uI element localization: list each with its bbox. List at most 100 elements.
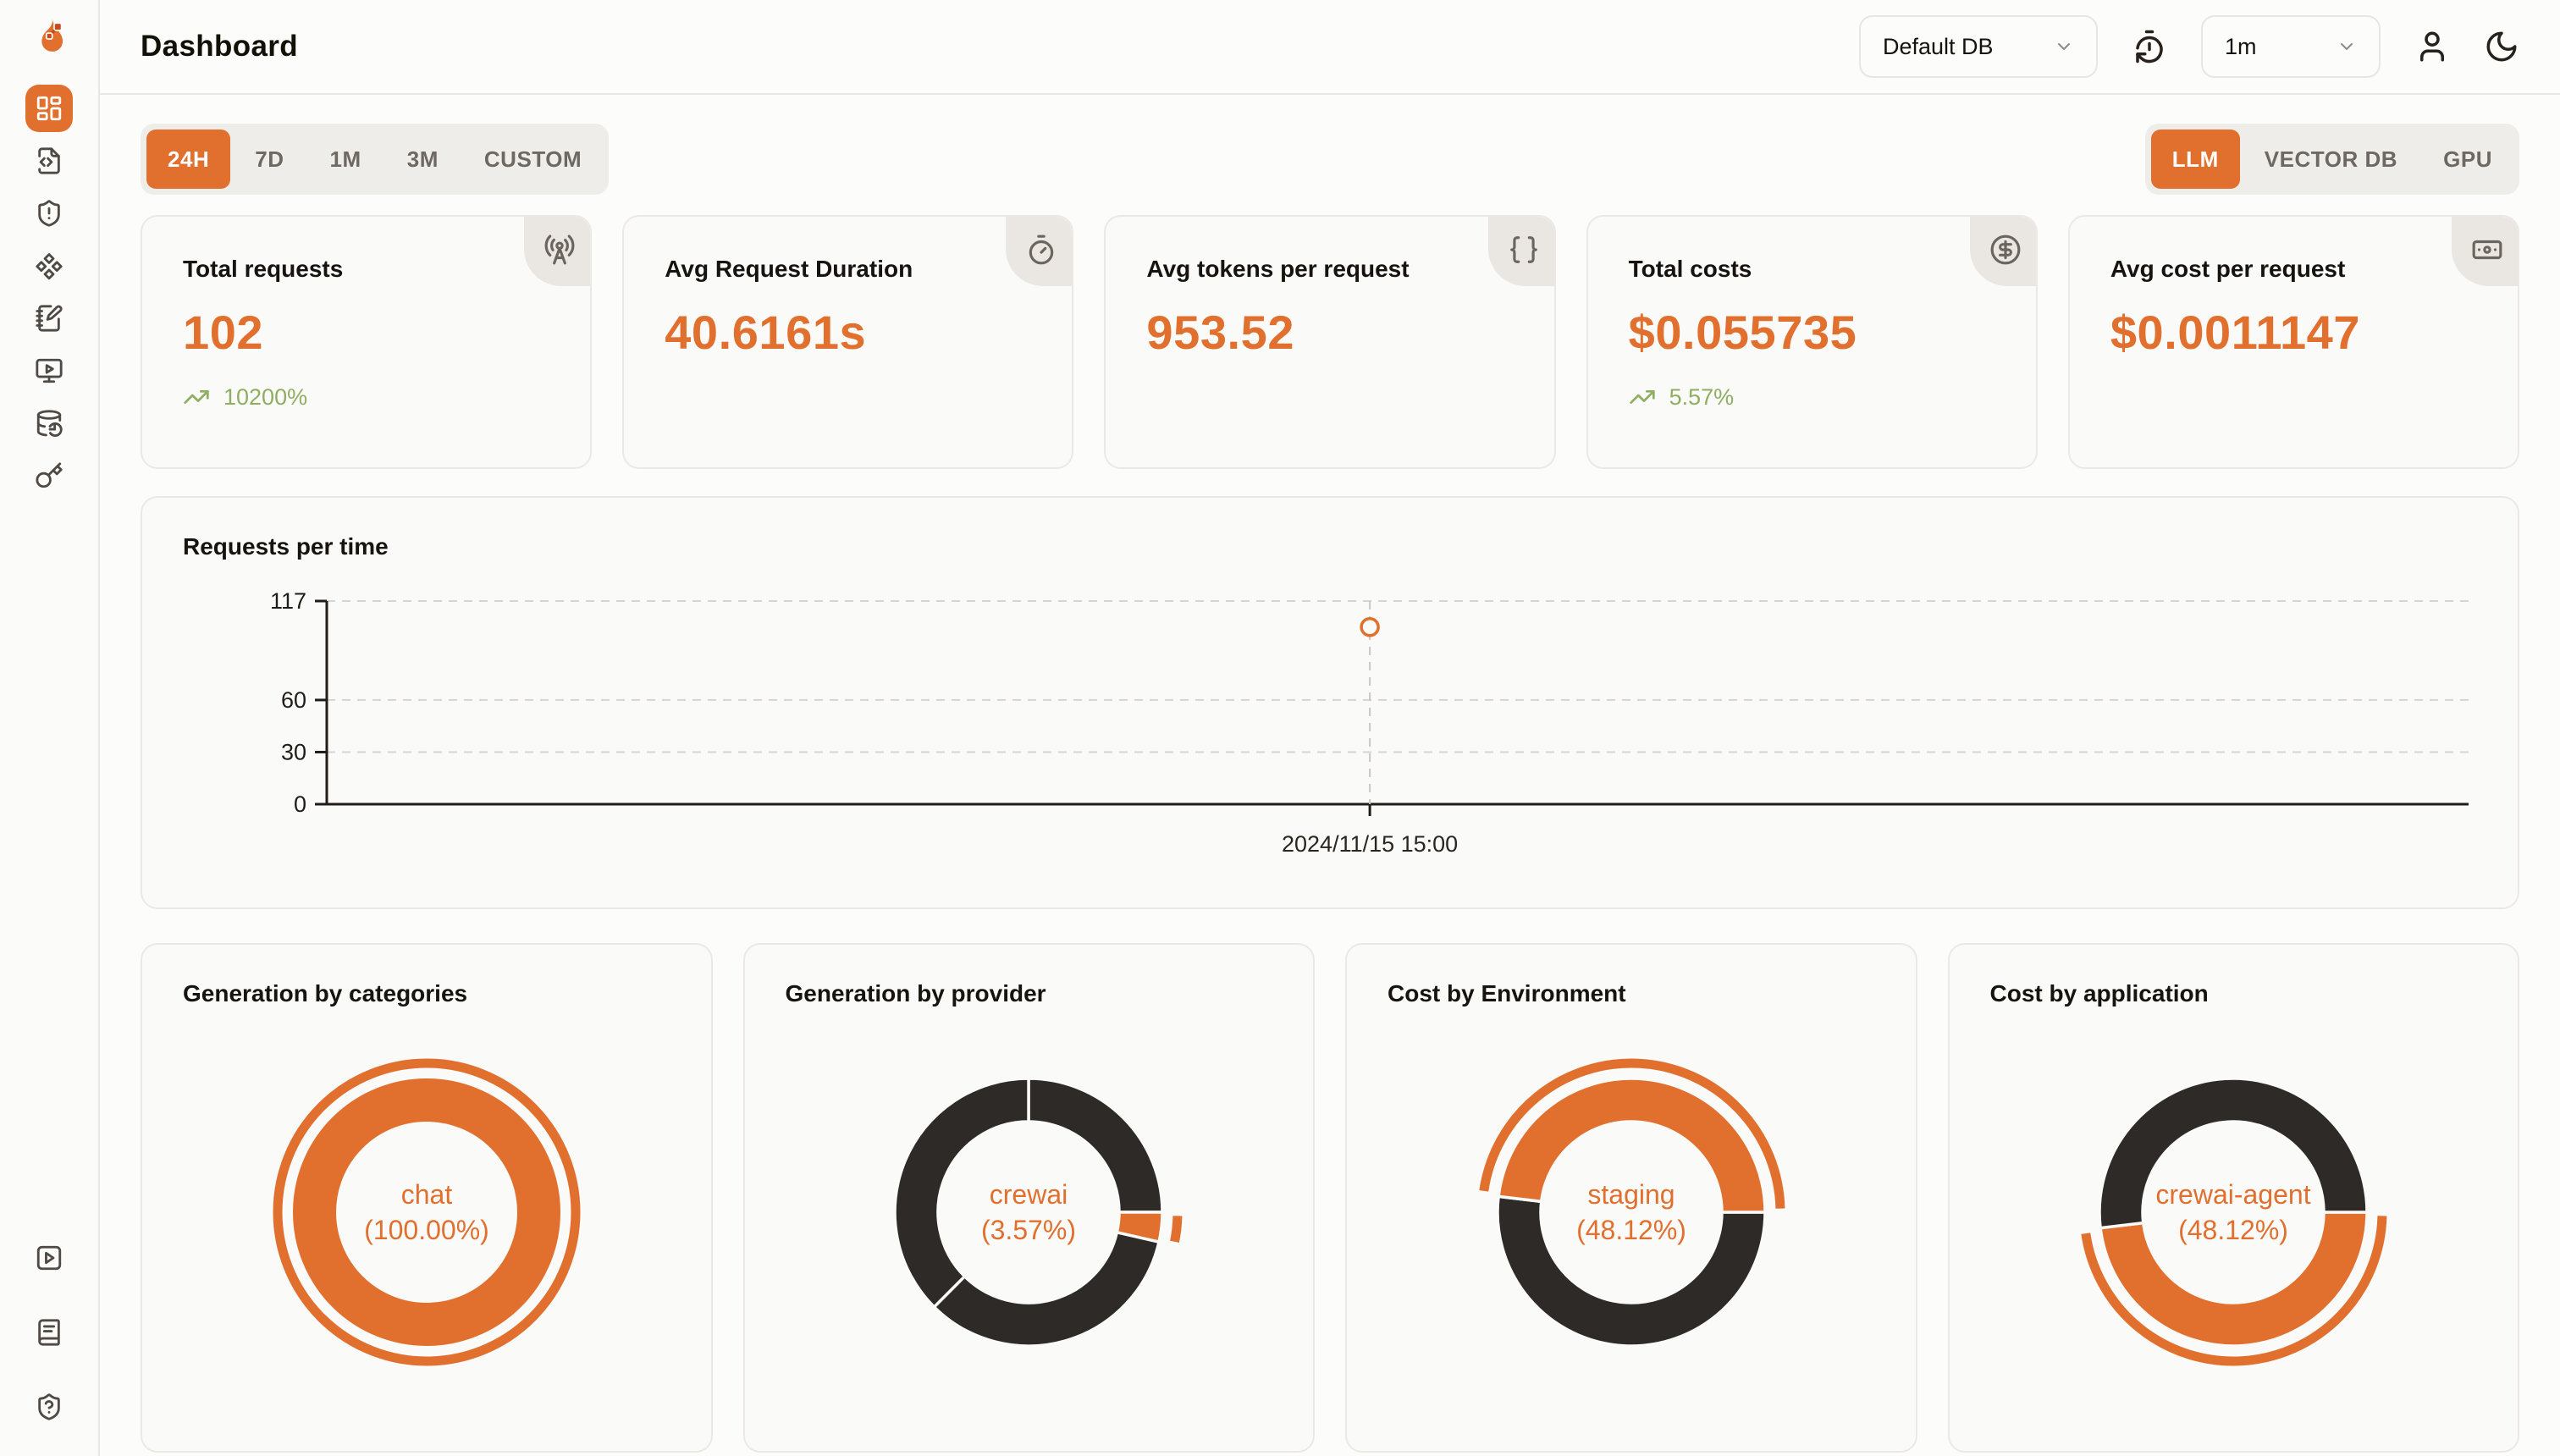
svg-text:117: 117 <box>270 588 306 614</box>
tab-vector-db[interactable]: VECTOR DB <box>2243 130 2419 189</box>
donut-card-title: Generation by provider <box>786 980 1273 1007</box>
stat-card-label: Avg tokens per request <box>1146 256 1513 283</box>
refresh-timer-icon[interactable] <box>2132 29 2167 64</box>
tab-3m[interactable]: 3M <box>386 130 460 189</box>
sidebar-item-evaluations[interactable] <box>25 295 73 342</box>
banknote-icon <box>2471 234 2503 266</box>
file-code-icon <box>35 146 63 175</box>
donut-chart: staging (48.12%) <box>1470 1051 1792 1373</box>
app-logo-flame-icon[interactable] <box>27 15 71 59</box>
radio-tower-icon <box>543 234 576 266</box>
stat-card-trend: 5.57% <box>1629 383 1995 411</box>
svg-text:2024/11/15 15:00: 2024/11/15 15:00 <box>1282 831 1458 857</box>
moon-icon <box>2484 29 2519 64</box>
sidebar-item-prompts[interactable] <box>25 242 73 290</box>
braces-icon <box>1508 234 1540 266</box>
time-range-tabs: 24H7D1M3MCUSTOM <box>141 124 609 195</box>
timer-reset-icon <box>2132 29 2167 64</box>
sidebar-item-requests[interactable] <box>25 137 73 185</box>
diamonds-icon <box>35 251 63 280</box>
donut-center-label: (100.00%) <box>364 1215 489 1245</box>
donut-center-label: staging <box>1587 1179 1674 1210</box>
donut-center-label: (3.57%) <box>981 1215 1076 1245</box>
donut-card-title: Cost by application <box>1990 980 2478 1007</box>
donut-center-label: crewai-agent <box>2156 1179 2311 1210</box>
database-backup-icon <box>35 409 63 438</box>
stat-card-total-costs: Total costs$0.0557355.57% <box>1586 215 2038 469</box>
tabs-row: 24H7D1M3MCUSTOM LLMVECTOR DBGPU <box>141 124 2519 195</box>
tab-1m[interactable]: 1M <box>309 130 383 189</box>
notebook-pen-icon <box>35 304 63 333</box>
stat-card-trend: 10200% <box>183 383 549 411</box>
page-title: Dashboard <box>141 30 298 63</box>
svg-text:60: 60 <box>281 687 306 713</box>
requests-per-time-card: Requests per time 0 30 60 117 2024/11/15 15:… <box>141 496 2519 909</box>
sidebar-item-getting-started[interactable] <box>25 1234 73 1282</box>
chevron-down-icon <box>2054 36 2074 57</box>
requests-line-chart: 0 30 60 117 2024/11/15 15:00 <box>183 579 2480 877</box>
database-select[interactable]: Default DB <box>1859 15 2098 78</box>
source-tabs: LLMVECTOR DBGPU <box>2145 124 2519 195</box>
sidebar-item-exceptions[interactable] <box>25 190 73 237</box>
circle-dollar-sign-icon <box>1989 234 2022 266</box>
tab-24h[interactable]: 24H <box>146 130 230 189</box>
tab-llm[interactable]: LLM <box>2151 130 2240 189</box>
sidebar-item-playground[interactable] <box>25 347 73 394</box>
stat-card-value: 953.52 <box>1146 305 1513 360</box>
donut-chart: chat (100.00%) <box>266 1051 588 1373</box>
donut-center-label: chat <box>401 1179 453 1210</box>
chevron-down-icon <box>2337 36 2357 57</box>
chevron-down-icon <box>2337 36 2357 57</box>
svg-text:30: 30 <box>281 739 306 764</box>
stat-card-label: Total costs <box>1629 256 1995 283</box>
sidebar-item-support[interactable] <box>25 1383 73 1431</box>
moon-icon[interactable] <box>2484 29 2519 64</box>
sidebar-item-documentation[interactable] <box>25 1309 73 1356</box>
trending-up-icon <box>1629 383 1656 411</box>
donut-center-label: (48.12%) <box>1576 1215 1686 1245</box>
stat-card-label: Total requests <box>183 256 549 283</box>
donut-center-label: (48.12%) <box>2178 1215 2288 1245</box>
chevron-down-icon <box>2054 36 2074 57</box>
stat-card-label: Avg Request Duration <box>665 256 1031 283</box>
database-select-value: Default DB <box>1883 34 1994 60</box>
user-icon <box>2414 29 2450 64</box>
sidebar-nav-top <box>25 85 73 499</box>
sidebar-item-api-keys[interactable] <box>25 452 73 499</box>
svg-text:0: 0 <box>294 791 306 817</box>
stat-card-value: 40.6161s <box>665 305 1031 360</box>
tab-7d[interactable]: 7D <box>234 130 305 189</box>
user-icon[interactable] <box>2414 29 2450 64</box>
donut-card-title: Generation by categories <box>183 980 670 1007</box>
layout-dashboard-icon <box>35 94 63 123</box>
monitor-play-icon <box>35 356 63 385</box>
trending-up-icon <box>183 383 210 411</box>
timer-icon <box>1025 234 1057 266</box>
stat-card-avg-request-duration: Avg Request Duration 40.6161s <box>622 215 1073 469</box>
stat-card-label: Avg cost per request <box>2110 256 2477 283</box>
donut-card-title: Cost by Environment <box>1388 980 1875 1007</box>
stat-card-avg-tokens-per-request: Avg tokens per request 953.52 <box>1104 215 1555 469</box>
tab-custom[interactable]: CUSTOM <box>463 130 603 189</box>
shield-question-icon <box>35 1393 63 1421</box>
stat-card-avg-cost-per-request: Avg cost per request $0.0011147 <box>2068 215 2519 469</box>
sidebar-item-databases[interactable] <box>25 400 73 447</box>
donut-card-cost-by-environment: Cost by Environment staging (48.12%) <box>1345 943 1917 1453</box>
header: Dashboard Default DB 1m <box>100 0 2560 95</box>
donut-cards-row: Generation by categories chat (100.00%) Gen… <box>141 943 2519 1453</box>
header-controls: Default DB 1m <box>1859 15 2519 78</box>
shield-alert-icon <box>35 199 63 228</box>
stat-card-value: $0.0011147 <box>2110 305 2477 360</box>
refresh-interval-select[interactable]: 1m <box>2201 15 2381 78</box>
stat-card-value: 102 <box>183 305 549 360</box>
chart-title: Requests per time <box>183 533 2477 560</box>
tab-gpu[interactable]: GPU <box>2422 130 2513 189</box>
sidebar-nav-bottom <box>25 1234 73 1431</box>
sidebar <box>0 0 100 1456</box>
refresh-interval-value: 1m <box>2225 34 2257 60</box>
donut-center-label: crewai <box>990 1179 1068 1210</box>
donut-card-cost-by-application: Cost by application crewai-agent (48.12%) <box>1948 943 2520 1453</box>
stat-cards-row: Total requests 102 10200% Avg Request Durat… <box>141 215 2519 469</box>
sidebar-item-dashboard[interactable] <box>25 85 73 132</box>
chart-data-point <box>1361 619 1378 636</box>
